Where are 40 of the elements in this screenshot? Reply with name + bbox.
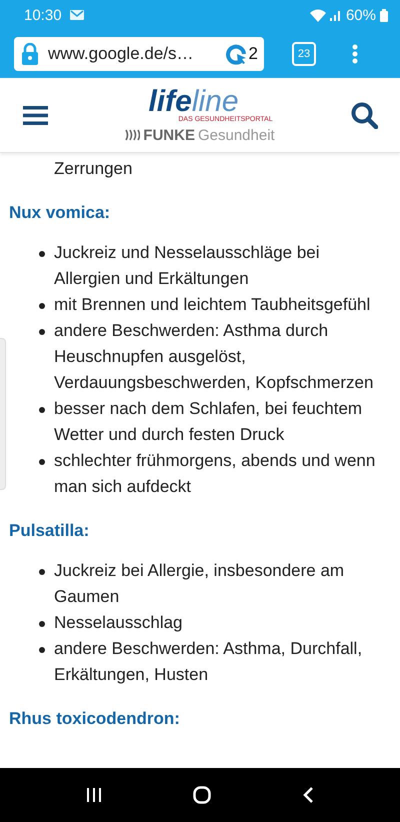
bullet-icon [39,621,45,627]
list-item: andere Beschwerden: Asthma, Durchfall, Erkältungen, Husten [54,639,362,684]
bullet-icon [39,569,45,575]
section-heading: Pulsatilla: [9,521,90,540]
brand-name: FUNKE [143,126,195,144]
bullet-icon [39,647,45,653]
bullet-icon [39,329,45,335]
recent-apps-icon[interactable] [86,787,102,803]
waves-icon [124,129,140,141]
address-bar[interactable]: www.google.de/s… 2 [14,37,264,71]
back-icon[interactable] [302,786,314,804]
wifi-icon [310,8,326,22]
more-menu-icon[interactable] [352,44,358,64]
bullet-icon [39,459,45,465]
url-text: www.google.de/s… [48,44,195,64]
battery-percent: 60% [346,6,376,24]
clock-time: 10:30 [24,6,62,24]
bullet-icon [39,251,45,257]
search-icon[interactable] [351,102,378,128]
signal-icon [330,9,342,21]
list-item: mit Brennen und leichtem Taubheitsgefühl [54,295,370,314]
list-item: schlechter frühmorgens, abends und wenn man sich aufdeckt [54,451,376,496]
list-item: Juckreiz bei Allergie, insbesondere am Gaumen [54,561,344,606]
edge-panel-handle[interactable] [0,338,6,490]
extension-count: 2 [248,44,258,64]
bullet-icon [39,407,45,413]
lock-icon [22,43,38,65]
logo-text: line [192,84,239,118]
brand-suffix: Gesundheit [198,126,275,144]
logo-text: life [148,84,192,118]
extension-icon[interactable] [224,43,247,65]
home-icon[interactable] [192,786,211,804]
section-heading: Rhus toxicodendron: [9,709,180,728]
bullet-icon [39,303,45,309]
section-heading: Nux vomica: [9,203,110,222]
list-item: Zerrungen [54,159,132,178]
mail-icon [70,10,84,20]
menu-icon[interactable] [23,106,48,124]
battery-icon [380,8,388,22]
list-item: Nesselausschlag [54,613,183,632]
